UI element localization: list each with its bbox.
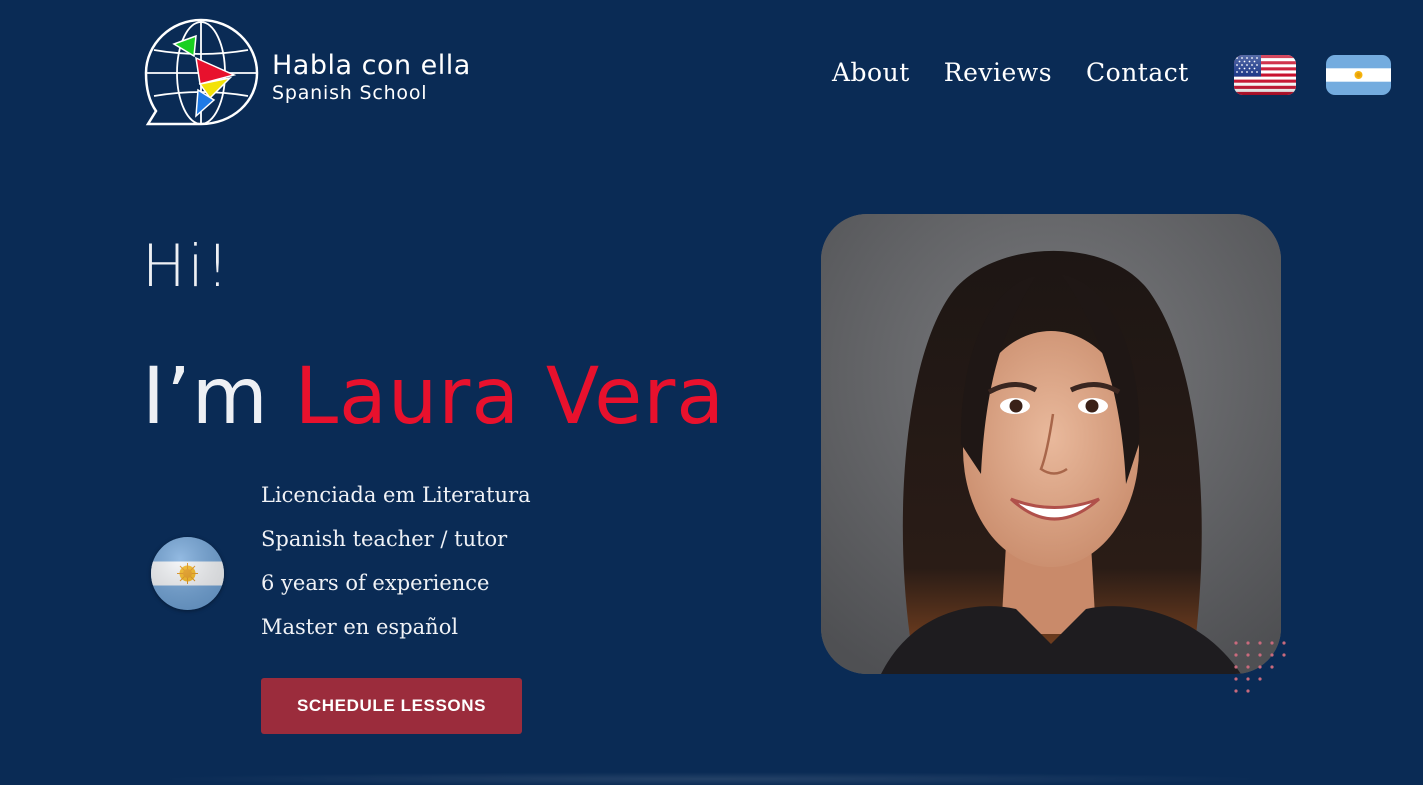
teacher-portrait-photo	[821, 214, 1281, 674]
section-divider	[150, 772, 1270, 785]
brand-title: Habla con ella	[272, 50, 471, 81]
teacher-name: Laura Vera	[294, 352, 726, 442]
site-logo[interactable]: Habla con ella Spanish School	[144, 18, 484, 128]
fact-experience: 6 years of experience	[261, 571, 490, 595]
decorative-dots	[1234, 641, 1286, 693]
english-language-button[interactable]	[1234, 55, 1296, 95]
fact-role: Spanish teacher / tutor	[261, 527, 508, 551]
brand-subtitle: Spanish School	[272, 82, 428, 104]
nav-about-link[interactable]: About	[832, 58, 910, 87]
schedule-lessons-button[interactable]: SCHEDULE LESSONS	[261, 678, 522, 734]
intro-heading: I’m Laura Vera	[142, 352, 725, 442]
argentina-round-flag-icon	[151, 537, 224, 610]
spanish-language-button[interactable]	[1326, 55, 1391, 95]
argentina-flag-icon	[1326, 55, 1391, 95]
fact-master: Master en español	[261, 615, 459, 639]
nav-contact-link[interactable]: Contact	[1086, 58, 1189, 87]
main-nav: About Reviews Contact	[832, 58, 1189, 87]
page: Habla con ella Spanish School About Revi…	[0, 0, 1423, 785]
fact-degree: Licenciada em Literatura	[261, 483, 531, 507]
nav-reviews-link[interactable]: Reviews	[944, 58, 1052, 87]
teacher-facts-list: Licenciada em Literatura Spanish teacher…	[261, 476, 531, 652]
greeting-heading: Hi!	[142, 232, 231, 300]
intro-prefix: I’m	[142, 352, 269, 442]
globe-chat-logo-icon	[144, 18, 259, 126]
us-flag-icon	[1234, 55, 1296, 95]
